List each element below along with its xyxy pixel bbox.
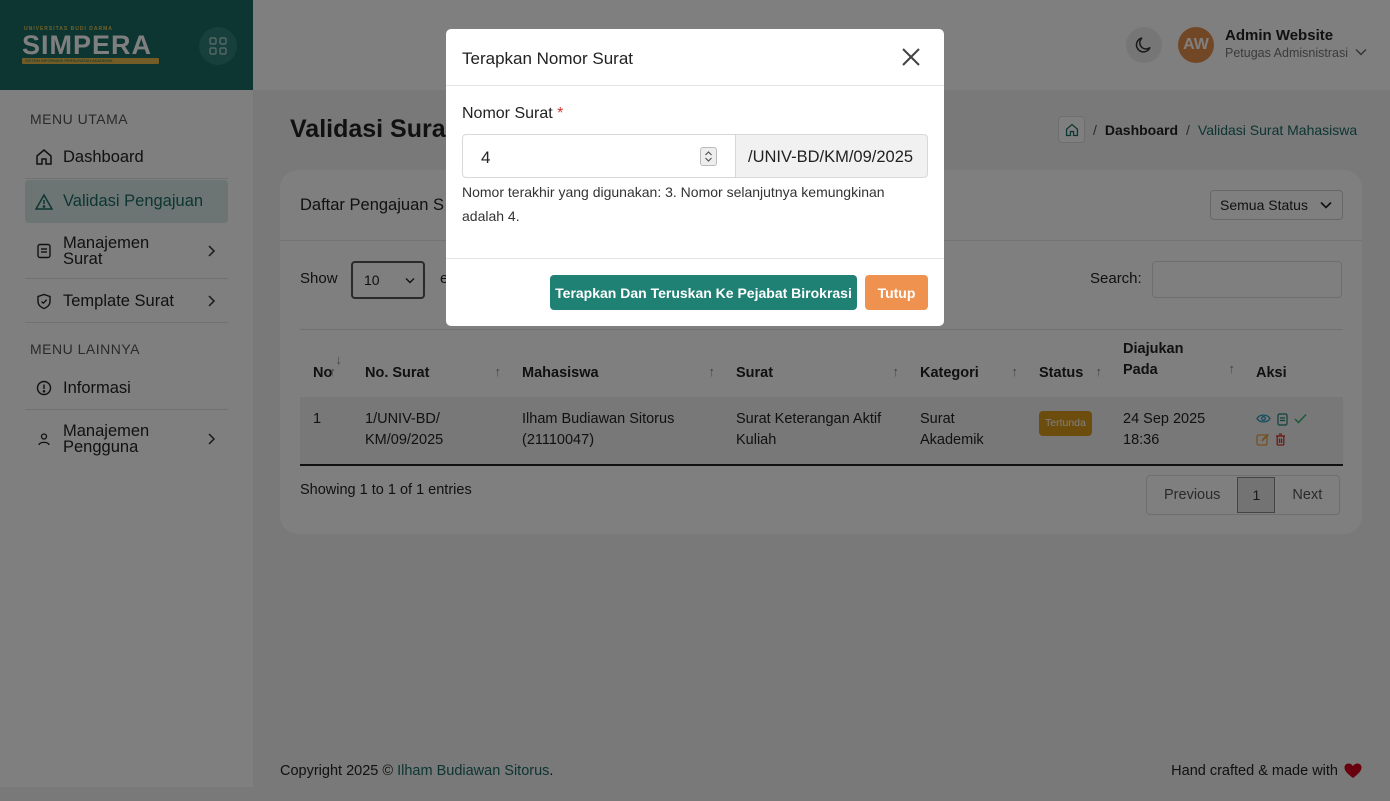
nomor-surat-label: Nomor Surat * — [462, 105, 564, 122]
number-stepper[interactable] — [700, 147, 717, 166]
modal-header-divider — [446, 85, 944, 86]
nomor-surat-suffix: /UNIV-BD/KM/09/2025 — [735, 134, 928, 178]
nomor-surat-help: Nomor terakhir yang digunakan: 3. Nomor … — [462, 184, 885, 224]
modal-footer-divider — [446, 258, 944, 259]
nomor-surat-input[interactable]: 4 — [462, 134, 736, 178]
apply-and-forward-button[interactable]: Terapkan Dan Teruskan Ke Pejabat Birokra… — [550, 275, 857, 310]
close-button[interactable]: Tutup — [865, 275, 928, 310]
modal-title: Terapkan Nomor Surat — [462, 49, 634, 68]
required-marker: * — [557, 105, 564, 122]
close-icon — [902, 48, 920, 66]
apply-number-modal: Terapkan Nomor Surat Nomor Surat * 4 /UN… — [446, 29, 944, 326]
modal-close-button[interactable] — [901, 47, 921, 67]
stepper-arrows-icon — [705, 151, 712, 162]
